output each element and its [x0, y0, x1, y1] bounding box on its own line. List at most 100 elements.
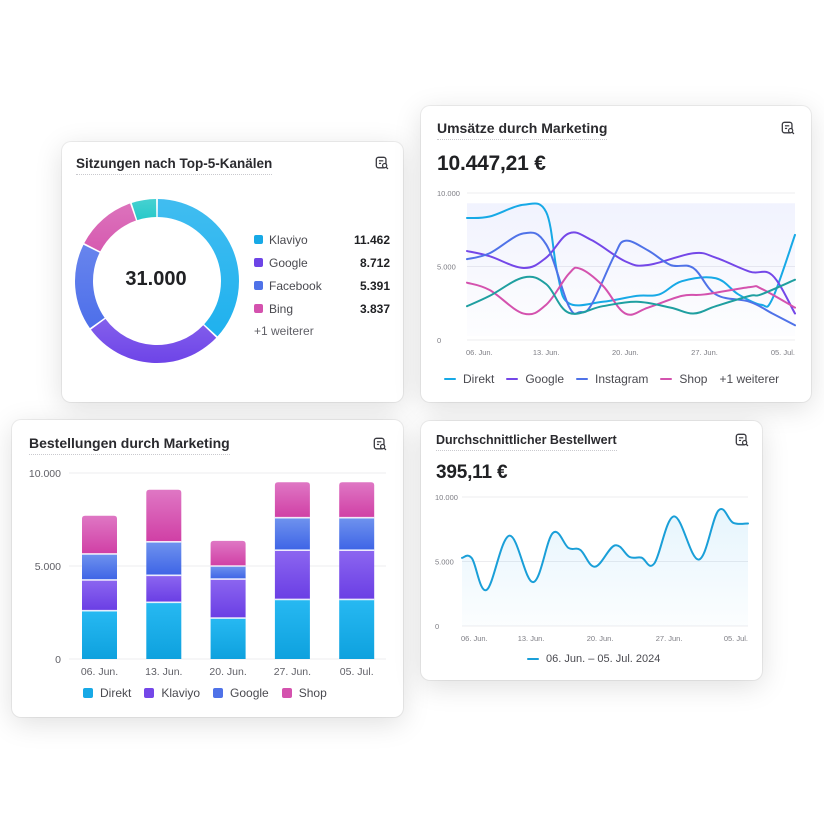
x-tick-label: 13. Jun.: [145, 666, 182, 678]
bar-segment-klaviyo[interactable]: [146, 575, 182, 603]
legend-line-swatch: [506, 377, 519, 381]
legend-value: 5.391: [359, 278, 390, 293]
y-tick-label: 10.000: [435, 493, 458, 502]
legend-swatch: [254, 281, 263, 290]
y-tick-label: 10.000: [29, 468, 61, 480]
x-tick-label: 06. Jun.: [461, 634, 488, 643]
legend-swatch: [254, 304, 263, 313]
card-title[interactable]: Bestellungen durch Marketing: [29, 435, 230, 455]
orders-stacked-bar-chart: 0 5.000 10.000 06. Jun. 13. Jun. 20. Jun. 27. …: [29, 468, 386, 678]
legend-label: Klaviyo: [269, 232, 308, 247]
legend-more-link[interactable]: +1 weiterer: [254, 320, 390, 343]
legend-swatch: [281, 688, 292, 698]
revenue-total-value: 10.447,21 €: [437, 152, 546, 175]
legend-item-instagram[interactable]: Instagram: [576, 372, 648, 386]
bar-segment-klaviyo[interactable]: [274, 550, 310, 600]
bar-segment-direkt[interactable]: [339, 599, 375, 659]
y-tick-label: 5.000: [437, 263, 456, 272]
legend-item-klaviyo[interactable]: Klaviyo 11.462: [254, 228, 390, 251]
donut-total-value: 31.000: [125, 268, 187, 290]
bar-segment-klaviyo[interactable]: [339, 550, 375, 600]
x-tick-label: 13. Jun.: [518, 634, 545, 643]
y-tick-label: 5.000: [435, 558, 454, 567]
donut-slice-bing[interactable]: [84, 203, 136, 252]
x-tick-label: 05. Jul.: [340, 666, 374, 678]
y-tick-label: 0: [435, 622, 439, 631]
x-tick-label: 06. Jun.: [81, 666, 118, 678]
legend-value: 8.712: [359, 255, 390, 270]
legend-value: 11.462: [353, 232, 390, 247]
bar-segment-direkt[interactable]: [146, 602, 182, 659]
marketing-orders-card: Bestellungen durch Marketing 0 5.000 10.00…: [12, 420, 403, 717]
bar-segment-direkt[interactable]: [210, 618, 246, 659]
bar-segment-direkt[interactable]: [82, 610, 117, 659]
y-tick-label: 5.000: [35, 561, 61, 573]
bar-segment-google[interactable]: [274, 517, 310, 551]
legend-label: +1 weiterer: [719, 372, 780, 386]
legend-swatch: [254, 258, 263, 267]
legend-item-bing[interactable]: Bing 3.837: [254, 297, 390, 320]
legend-item-facebook[interactable]: Facebook 5.391: [254, 274, 390, 297]
area-fill: [462, 508, 748, 626]
legend-item-shop[interactable]: Shop: [281, 686, 327, 700]
x-tick-label: 27. Jun.: [656, 634, 683, 643]
legend-item-direkt[interactable]: Direkt: [83, 686, 131, 700]
aov-value: 395,11 €: [436, 462, 508, 483]
bar-segment-google[interactable]: [146, 541, 182, 576]
card-title[interactable]: Sitzungen nach Top-5-Kanälen: [76, 156, 273, 175]
legend-label: Shop: [679, 372, 708, 386]
legend-item-google[interactable]: Google: [506, 372, 564, 386]
report-search-icon[interactable]: [735, 433, 749, 447]
legend-item-shop[interactable]: Shop: [660, 372, 707, 386]
bar-segment-shop[interactable]: [274, 482, 310, 518]
y-tick-label: 0: [55, 654, 61, 666]
legend-swatch: [213, 688, 224, 698]
legend-label: Direkt: [463, 372, 495, 386]
donut-slice-google[interactable]: [90, 318, 217, 363]
bar-segment-direkt[interactable]: [274, 599, 310, 659]
legend-swatch: [254, 235, 263, 244]
bar-segment-shop[interactable]: [146, 489, 182, 542]
legend-label: Google: [230, 686, 269, 700]
x-tick-label: 20. Jun.: [587, 634, 614, 643]
legend-label: Google: [525, 372, 565, 386]
x-tick-label: 05. Jul.: [771, 348, 795, 357]
legend-item-date-range[interactable]: 06. Jun. – 05. Jul. 2024: [527, 653, 660, 665]
average-order-value-card: Durchschnittlicher Bestellwert 395,11 € …: [421, 421, 762, 680]
bar-segment-shop[interactable]: [210, 540, 246, 566]
legend-label: Klaviyo: [161, 686, 201, 700]
legend-item-google[interactable]: Google: [213, 686, 269, 700]
bar-segment-klaviyo[interactable]: [82, 579, 117, 611]
legend-label: Direkt: [100, 686, 132, 700]
report-search-icon[interactable]: [375, 156, 389, 170]
legend-label: Bing: [269, 301, 294, 316]
legend-line-swatch: [576, 377, 589, 381]
bar-segment-shop[interactable]: [82, 515, 117, 554]
card-title[interactable]: Durchschnittlicher Bestellwert: [436, 433, 617, 451]
legend-more-link[interactable]: +1 weiterer: [719, 372, 779, 386]
donut-slice-weitere[interactable]: [131, 199, 157, 221]
legend-line-swatch: [527, 657, 539, 661]
legend-line-swatch: [660, 377, 673, 381]
card-title[interactable]: Umsätze durch Marketing: [437, 120, 608, 140]
bar-segment-shop[interactable]: [339, 482, 375, 518]
legend-item-klaviyo[interactable]: Klaviyo: [144, 686, 200, 700]
x-tick-label: 20. Jun.: [209, 666, 246, 678]
legend-line-swatch: [444, 377, 456, 381]
revenue-legend: Direkt Google Instagram Shop +1 weiterer: [444, 372, 791, 386]
bar-segment-google[interactable]: [210, 566, 246, 580]
bar-segment-google[interactable]: [339, 517, 375, 551]
report-search-icon[interactable]: [373, 437, 387, 451]
legend-item-google[interactable]: Google 8.712: [254, 251, 390, 274]
y-tick-label: 10.000: [437, 189, 460, 198]
bar-segment-google[interactable]: [82, 553, 117, 580]
report-search-icon[interactable]: [781, 121, 795, 135]
donut-legend: Klaviyo 11.462 Google 8.712 Facebook 5.3…: [254, 228, 390, 343]
x-tick-label: 06. Jun.: [466, 348, 493, 357]
bar-segment-klaviyo[interactable]: [210, 579, 246, 619]
revenue-line-chart: 0 5.000 10.000 06. Jun. 13. Jun. 20. Jun. 27. …: [437, 189, 796, 357]
legend-item-direkt[interactable]: Direkt: [444, 372, 494, 386]
legend-label: 06. Jun. – 05. Jul. 2024: [546, 653, 661, 665]
legend-swatch: [83, 688, 93, 698]
sessions-by-channel-card: Sitzungen nach Top-5-Kanälen 31.000 Klav…: [62, 142, 403, 402]
